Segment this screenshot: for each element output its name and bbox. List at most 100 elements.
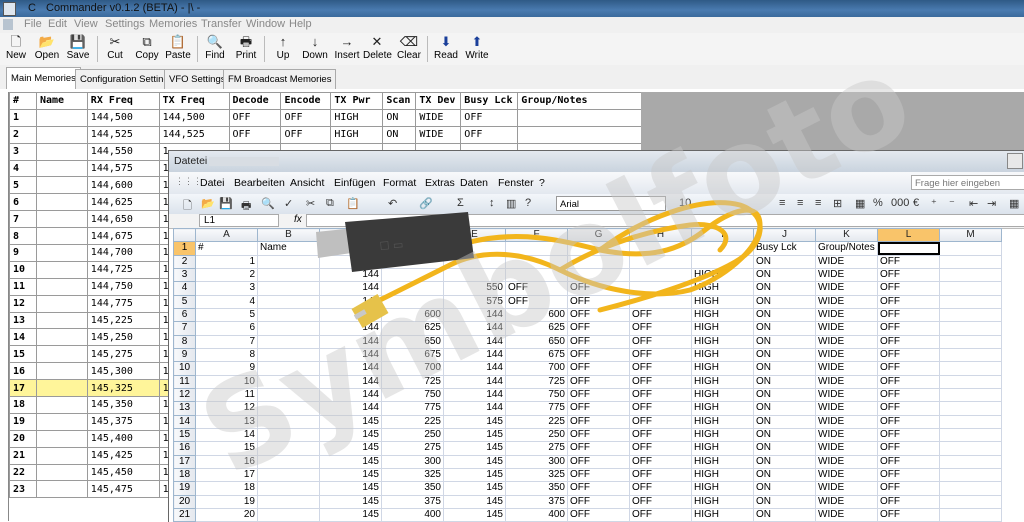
excel-menu-ansicht[interactable]: Ansicht	[290, 177, 324, 189]
outdent-icon[interactable]: ⇥	[987, 197, 996, 210]
excel-cell[interactable]: HIGH	[691, 441, 754, 456]
grid-cell[interactable]: ON	[382, 125, 417, 144]
excel-column-header[interactable]: C	[319, 227, 382, 243]
excel-cell[interactable]: OFF	[567, 374, 630, 389]
excel-cell[interactable]: 775	[505, 401, 568, 416]
excel-cell[interactable]: HIGH	[691, 401, 754, 416]
excel-cell[interactable]: OFF	[877, 321, 940, 336]
grid-cell[interactable]	[35, 277, 88, 296]
excel-cell[interactable]: OFF	[629, 307, 692, 323]
excel-cell[interactable]: ON	[753, 267, 816, 283]
excel-cell[interactable]: 1	[195, 254, 258, 269]
excel-cell[interactable]: 144	[443, 401, 506, 416]
excel-cell[interactable]: HIGH	[691, 507, 754, 522]
excel-cell[interactable]: OFF	[629, 454, 692, 469]
excel-cell[interactable]: OFF	[877, 494, 940, 509]
up-button[interactable]: ↑ Up	[273, 34, 293, 61]
grid-cell[interactable]	[35, 480, 88, 499]
name-box[interactable]: L1	[199, 214, 279, 227]
grid-cell[interactable]	[35, 108, 88, 127]
excel-cell[interactable]: 20	[195, 507, 258, 522]
column-header[interactable]: RX Freq	[86, 92, 160, 110]
grid-cell[interactable]: HIGH	[330, 125, 384, 144]
cut-button[interactable]: ✂ Cut	[104, 34, 126, 61]
excel-cell[interactable]: 350	[505, 481, 568, 496]
clear-button[interactable]: ⌫ Clear	[396, 34, 422, 61]
excel-row-header[interactable]: 19	[173, 481, 196, 496]
grid-cell[interactable]: 144,525	[86, 125, 160, 144]
menu-memories[interactable]: Memories	[149, 18, 197, 30]
minimize-button[interactable]	[1007, 153, 1023, 169]
excel-cell[interactable]: Group/Notes	[815, 241, 878, 256]
excel-cell[interactable]: OFF	[877, 414, 940, 429]
excel-cell[interactable]: WIDE	[815, 441, 878, 456]
paste-button[interactable]: 📋 Paste	[164, 34, 192, 61]
excel-cell[interactable]: WIDE	[815, 507, 878, 522]
excel-cell[interactable]: ON	[753, 294, 816, 309]
autosum-icon[interactable]: Σ	[457, 197, 464, 209]
excel-cell[interactable]	[257, 507, 320, 522]
excel-cell[interactable]	[939, 347, 1002, 363]
excel-cell[interactable]: HIGH	[691, 481, 754, 496]
column-header[interactable]: Encode	[280, 92, 332, 110]
sort-icon[interactable]: ↕	[489, 197, 495, 209]
excel-row-header[interactable]: 7	[173, 321, 196, 336]
grid-cell[interactable]: 144,675	[86, 227, 160, 246]
excel-row-header[interactable]: 20	[173, 494, 196, 509]
excel-cell[interactable]: HIGH	[691, 374, 754, 389]
grid-cell[interactable]	[35, 176, 88, 195]
excel-cell[interactable]: 250	[505, 427, 568, 443]
excel-cell[interactable]: 145	[319, 494, 382, 509]
excel-cell[interactable]	[939, 241, 1002, 256]
excel-cell[interactable]: HIGH	[691, 321, 754, 336]
excel-cell[interactable]: HIGH	[691, 387, 754, 403]
menu-transfer[interactable]: Transfer	[201, 18, 242, 30]
excel-row-header[interactable]: 2	[173, 254, 196, 269]
grid-cell[interactable]	[35, 125, 88, 144]
currency-icon[interactable]: ▦	[855, 197, 865, 210]
grid-cell[interactable]: 145,275	[86, 345, 160, 364]
excel-cell[interactable]: OFF	[877, 307, 940, 323]
excel-cell[interactable]: WIDE	[815, 254, 878, 269]
open-button[interactable]: 📂 Open	[33, 34, 61, 61]
grid-cell[interactable]: 144,525	[158, 125, 230, 144]
excel-column-header[interactable]: A	[195, 227, 258, 243]
grid-cell[interactable]: 144,650	[86, 210, 160, 229]
excel-cell[interactable]: ON	[753, 481, 816, 496]
excel-cell[interactable]: HIGH	[691, 414, 754, 429]
excel-cell[interactable]: OFF	[567, 347, 630, 363]
excel-cell[interactable]: WIDE	[815, 334, 878, 349]
column-header[interactable]: Group/Notes	[517, 92, 642, 110]
column-header[interactable]: Busy Lck	[460, 92, 519, 110]
excel-row-header[interactable]: 18	[173, 467, 196, 483]
grid-cell[interactable]	[517, 125, 642, 144]
grid-cell[interactable]	[35, 412, 88, 431]
grid-cell[interactable]: 145,475	[86, 480, 160, 499]
column-header[interactable]: Scan	[382, 92, 417, 110]
excel-cell[interactable]: 275	[381, 441, 444, 456]
excel-cell[interactable]: ON	[753, 307, 816, 323]
menu-settings[interactable]: Settings	[105, 18, 145, 30]
excel-cell[interactable]: ON	[753, 441, 816, 456]
save-button[interactable]: 💾 Save	[65, 34, 91, 61]
excel-cell[interactable]: WIDE	[815, 481, 878, 496]
excel-cell[interactable]: 375	[381, 494, 444, 509]
table-row[interactable]: 2 144,525 144,525 OFF OFF HIGH ON WIDE OFF	[9, 125, 642, 144]
excel-cell[interactable]: 400	[381, 507, 444, 522]
grid-cell[interactable]	[35, 396, 88, 414]
column-header[interactable]: TX Pwr	[330, 92, 384, 110]
excel-column-header[interactable]: L	[877, 227, 940, 243]
excel-cell[interactable]: HIGH	[691, 281, 754, 296]
excel-cell[interactable]: OFF	[877, 454, 940, 469]
excel-cell[interactable]: 400	[505, 507, 568, 522]
excel-row-header[interactable]: 15	[173, 427, 196, 443]
print-button[interactable]: 🖶 Print	[233, 34, 259, 61]
excel-menu-fenster[interactable]: Fenster	[498, 177, 534, 189]
excel-cell[interactable]: OFF	[629, 481, 692, 496]
excel-cell[interactable]	[939, 401, 1002, 416]
excel-menu-extras[interactable]: Extras	[425, 177, 455, 189]
excel-cell[interactable]: OFF	[567, 414, 630, 429]
spelling-icon[interactable]: ✓	[284, 197, 293, 210]
excel-cell[interactable]	[939, 467, 1002, 483]
copy-icon[interactable]: ⧉	[326, 197, 334, 210]
